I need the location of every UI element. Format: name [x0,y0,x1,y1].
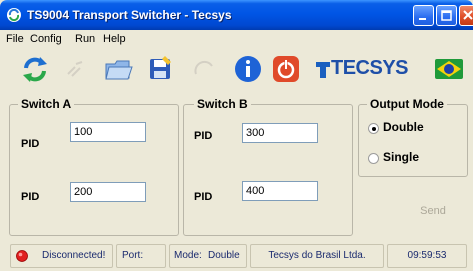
output-mode-group: Output Mode Double Single [358,97,468,177]
minimize-icon [419,18,426,20]
menu-help[interactable]: Help [103,33,126,45]
switch-a-group: Switch A PID PID [9,97,179,236]
refresh-icon[interactable] [20,54,50,84]
status-bar: Disconnected! Port: Mode: Double Tecsys … [0,241,473,271]
app-icon [7,8,21,22]
company-status: Tecsys do Brasil Ltda. [250,244,384,268]
maximize-button[interactable] [436,5,457,26]
switch-b-group: Switch B PID PID [183,97,353,236]
tecsys-logo-mark [316,62,330,78]
mode-value: Double [208,250,240,261]
minimize-button[interactable] [413,5,434,26]
switch-a-pid2-input[interactable] [70,182,146,202]
connection-status-text: Disconnected! [42,250,106,261]
tecsys-logo: TECSYS [313,57,428,83]
title-bar[interactable]: TS9004 Transport Switcher - Tecsys [0,0,473,30]
close-icon [463,10,473,20]
radio-single[interactable] [368,153,379,164]
disabled-undo-icon [194,60,213,75]
switch-b-pid1-label: PID [194,130,213,142]
port-label: Port: [122,250,144,261]
connection-status-icon [16,250,28,262]
toolbar: TECSYS [0,47,473,92]
switch-b-pid1-input[interactable] [242,123,318,143]
mode-label: Mode: [174,250,202,261]
switch-b-pid2-label: PID [194,191,213,203]
radio-double[interactable] [368,123,379,134]
company-name: Tecsys do Brasil Ltda. [268,250,366,261]
radio-double-label[interactable]: Double [383,120,424,134]
switch-b-pid2-input[interactable] [242,181,318,201]
open-folder-icon[interactable] [103,54,133,84]
save-icon[interactable] [145,54,175,84]
brazil-flag-icon[interactable] [434,57,464,81]
clock-time: 09:59:53 [407,250,447,261]
switch-a-title: Switch A [18,97,75,111]
send-button[interactable]: Send [400,198,466,224]
switch-a-pid2-label: PID [21,191,40,203]
switch-a-pid1-label: PID [21,138,40,150]
switch-b-title: Switch B [194,97,251,111]
tecsys-logo-text: TECSYS [331,57,409,79]
radio-single-label[interactable]: Single [383,150,419,164]
port-status: Port: [116,244,166,268]
menu-file[interactable]: File [6,33,24,45]
info-icon[interactable] [233,54,263,84]
close-button[interactable] [459,5,473,26]
output-mode-title: Output Mode [367,97,447,111]
power-icon[interactable] [271,54,301,84]
switch-a-pid1-input[interactable] [70,122,146,142]
clock-status: 09:59:53 [387,244,467,268]
disabled-tool-icon [67,61,83,77]
menu-run[interactable]: Run [75,33,95,45]
menu-config[interactable]: Config [30,33,62,45]
maximize-icon [441,10,452,21]
mode-status: Mode: Double [169,244,247,268]
window-title: TS9004 Transport Switcher - Tecsys [27,8,232,22]
menu-bar: File Config Run Help [0,30,473,47]
connection-status: Disconnected! [10,244,113,268]
